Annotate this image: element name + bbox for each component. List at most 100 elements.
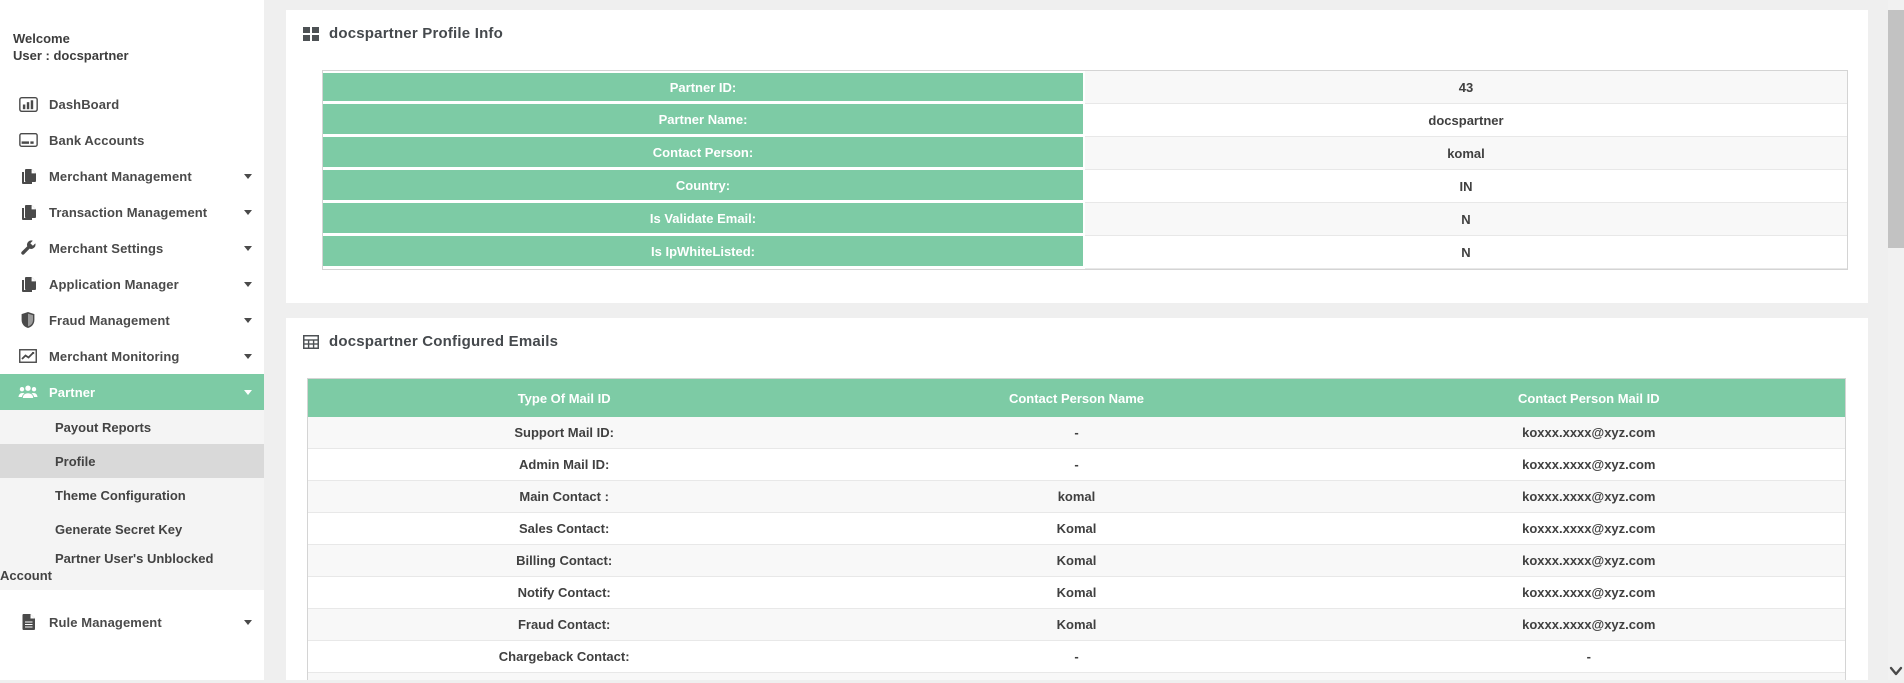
caret-down-icon bbox=[244, 354, 252, 359]
profile-table-row: Partner Name: docspartner bbox=[323, 104, 1847, 137]
emails-table-row: Chargeback Contact: - - bbox=[308, 641, 1845, 673]
wrench-icon bbox=[18, 240, 38, 256]
email-mail-id-cell: koxxx.xxxx@xyz.com bbox=[1333, 545, 1845, 576]
email-mail-id-cell: koxxx.xxxx@xyz.com bbox=[1333, 449, 1845, 480]
email-type-cell: Billing Contact: bbox=[308, 545, 820, 576]
profile-row-value: komal bbox=[1085, 137, 1847, 170]
profile-row-label: Country: bbox=[323, 170, 1085, 203]
profile-row-label: Partner ID: bbox=[323, 71, 1085, 104]
sidebar-item-fraud-management[interactable]: Fraud Management bbox=[0, 302, 264, 338]
email-type-cell: Notify Contact: bbox=[308, 577, 820, 608]
email-type-cell bbox=[308, 673, 820, 680]
dashboard-icon bbox=[18, 96, 38, 112]
email-contact-name-cell: Komal bbox=[820, 609, 1332, 640]
emails-table-row: Support Mail ID: - koxxx.xxxx@xyz.com bbox=[308, 417, 1845, 449]
emails-table-row bbox=[308, 673, 1845, 680]
emails-table-header-row: Type Of Mail IDContact Person NameContac… bbox=[308, 379, 1845, 417]
configured-emails-card: docspartner Configured Emails Type Of Ma… bbox=[286, 318, 1868, 680]
file-text-icon bbox=[18, 614, 38, 630]
email-contact-name-cell bbox=[820, 673, 1332, 680]
email-contact-name-cell: - bbox=[820, 641, 1332, 672]
emails-table-row: Sales Contact: Komal koxxx.xxxx@xyz.com bbox=[308, 513, 1845, 545]
email-type-cell: Chargeback Contact: bbox=[308, 641, 820, 672]
emails-table-body: Support Mail ID: - koxxx.xxxx@xyz.com Ad… bbox=[308, 417, 1845, 680]
welcome-block: Welcome User : docspartner bbox=[0, 0, 264, 64]
email-mail-id-cell bbox=[1333, 673, 1845, 680]
th-large-icon bbox=[303, 26, 320, 41]
email-type-cell: Sales Contact: bbox=[308, 513, 820, 544]
caret-down-icon bbox=[244, 174, 252, 179]
sidebar-item-rule-management[interactable]: Rule Management bbox=[0, 604, 264, 640]
email-type-cell: Main Contact : bbox=[308, 481, 820, 512]
chart-line-icon bbox=[18, 348, 38, 364]
caret-down-icon bbox=[244, 210, 252, 215]
sidebar-item-merchant-monitoring[interactable]: Merchant Monitoring bbox=[0, 338, 264, 374]
vertical-scrollbar[interactable] bbox=[1888, 0, 1904, 680]
sidebar-item-application-manager[interactable]: Application Manager bbox=[0, 266, 264, 302]
email-type-cell: Admin Mail ID: bbox=[308, 449, 820, 480]
email-mail-id-cell: - bbox=[1333, 641, 1845, 672]
profile-info-title: docspartner Profile Info bbox=[329, 25, 503, 42]
bank-card-icon bbox=[18, 132, 38, 148]
profile-row-value: IN bbox=[1085, 170, 1847, 203]
profile-info-header: docspartner Profile Info bbox=[286, 10, 1868, 42]
configured-emails-table: Type Of Mail IDContact Person NameContac… bbox=[307, 378, 1846, 680]
sidebar: Welcome User : docspartner DashBoard Ban… bbox=[0, 0, 264, 680]
configured-emails-title: docspartner Configured Emails bbox=[329, 333, 558, 350]
sidebar-item-partner[interactable]: Partner bbox=[0, 374, 264, 410]
sidebar-item-dashboard[interactable]: DashBoard bbox=[0, 86, 264, 122]
email-mail-id-cell: koxxx.xxxx@xyz.com bbox=[1333, 481, 1845, 512]
scroll-down-arrow-icon[interactable] bbox=[1889, 664, 1903, 678]
profile-row-label: Partner Name: bbox=[323, 104, 1085, 137]
sidebar-nav-bottom: Rule Management bbox=[0, 604, 264, 640]
submenu-item-generate-secret-key[interactable]: Generate Secret Key bbox=[0, 512, 264, 546]
profile-row-label: Is Validate Email: bbox=[323, 203, 1085, 236]
submenu-item-profile[interactable]: Profile bbox=[0, 444, 264, 478]
email-contact-name-cell: Komal bbox=[820, 513, 1332, 544]
profile-table-row: Country: IN bbox=[323, 170, 1847, 203]
email-contact-name-cell: - bbox=[820, 449, 1332, 480]
caret-down-icon bbox=[244, 620, 252, 625]
emails-table-row: Notify Contact: Komal koxxx.xxxx@xyz.com bbox=[308, 577, 1845, 609]
profile-row-value: 43 bbox=[1085, 71, 1847, 104]
email-mail-id-cell: koxxx.xxxx@xyz.com bbox=[1333, 577, 1845, 608]
copy-pages-icon bbox=[18, 204, 38, 220]
copy-pages-icon bbox=[18, 276, 38, 292]
configured-emails-header: docspartner Configured Emails bbox=[286, 318, 1868, 350]
sidebar-nav: DashBoard Bank Accounts Merchant Managem… bbox=[0, 86, 264, 410]
partner-submenu: Payout ReportsProfileTheme Configuration… bbox=[0, 410, 264, 590]
email-contact-name-cell: Komal bbox=[820, 577, 1332, 608]
profile-info-table: Partner ID: 43 Partner Name: docspartner… bbox=[322, 70, 1848, 270]
caret-down-icon bbox=[244, 282, 252, 287]
sidebar-item-bank-accounts[interactable]: Bank Accounts bbox=[0, 122, 264, 158]
caret-down-icon bbox=[244, 390, 252, 395]
emails-header-contact-person-name: Contact Person Name bbox=[820, 379, 1332, 417]
email-type-cell: Fraud Contact: bbox=[308, 609, 820, 640]
emails-table-row: Admin Mail ID: - koxxx.xxxx@xyz.com bbox=[308, 449, 1845, 481]
profile-table-row: Is IpWhiteListed: N bbox=[323, 236, 1847, 269]
profile-row-label: Contact Person: bbox=[323, 137, 1085, 170]
email-contact-name-cell: - bbox=[820, 417, 1332, 448]
profile-row-value: docspartner bbox=[1085, 104, 1847, 137]
users-icon bbox=[18, 384, 38, 400]
copy-pages-icon bbox=[18, 168, 38, 184]
table-grid-icon bbox=[303, 334, 320, 349]
user-label: User : docspartner bbox=[13, 47, 264, 64]
emails-table-row: Fraud Contact: Komal koxxx.xxxx@xyz.com bbox=[308, 609, 1845, 641]
profile-row-label: Is IpWhiteListed: bbox=[323, 236, 1085, 269]
submenu-item-payout-reports[interactable]: Payout Reports bbox=[0, 410, 264, 444]
scrollbar-thumb[interactable] bbox=[1888, 10, 1904, 248]
emails-table-row: Main Contact : komal koxxx.xxxx@xyz.com bbox=[308, 481, 1845, 513]
welcome-label: Welcome bbox=[13, 30, 264, 47]
sidebar-item-transaction-management[interactable]: Transaction Management bbox=[0, 194, 264, 230]
emails-header-contact-person-mail-id: Contact Person Mail ID bbox=[1333, 379, 1845, 417]
email-mail-id-cell: koxxx.xxxx@xyz.com bbox=[1333, 609, 1845, 640]
profile-table-row: Is Validate Email: N bbox=[323, 203, 1847, 236]
caret-down-icon bbox=[244, 246, 252, 251]
submenu-item-theme-configuration[interactable]: Theme Configuration bbox=[0, 478, 264, 512]
email-contact-name-cell: komal bbox=[820, 481, 1332, 512]
profile-table-row: Contact Person: komal bbox=[323, 137, 1847, 170]
sidebar-item-merchant-settings[interactable]: Merchant Settings bbox=[0, 230, 264, 266]
sidebar-item-merchant-management[interactable]: Merchant Management bbox=[0, 158, 264, 194]
submenu-item-partner-user-s-unblocked-account[interactable]: Partner User's Unblocked Account bbox=[0, 546, 255, 590]
